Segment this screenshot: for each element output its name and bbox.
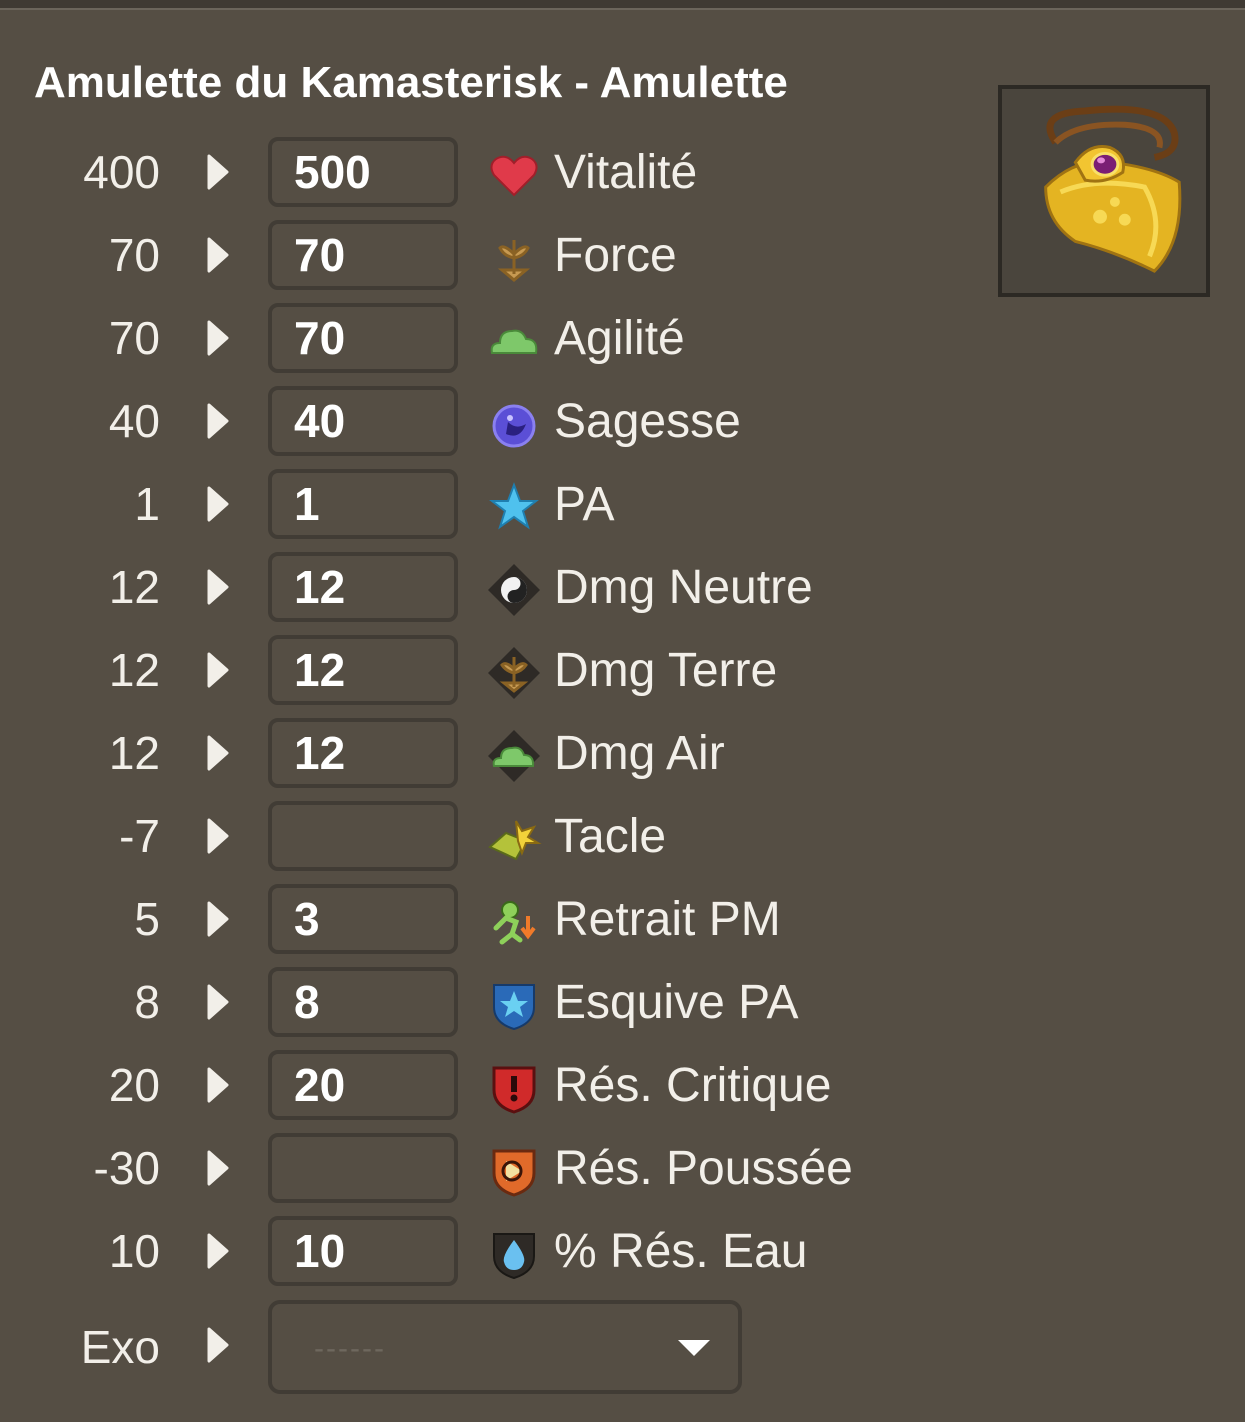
earth-damage-icon	[488, 647, 540, 699]
panel-top-border	[0, 0, 1245, 10]
stat-label: Vitalité	[554, 146, 698, 199]
copy-arrow-icon[interactable]	[206, 568, 230, 606]
air-damage-icon	[488, 730, 540, 782]
star-icon	[489, 482, 539, 530]
value-input[interactable]	[268, 967, 458, 1037]
base-value: 10	[108, 1225, 160, 1277]
value-input[interactable]	[268, 303, 458, 373]
moon-icon	[492, 404, 536, 448]
value-input[interactable]	[268, 1050, 458, 1120]
copy-arrow-icon[interactable]	[206, 1066, 230, 1104]
stat-label: Esquive PA	[554, 976, 799, 1029]
air-cloud-icon	[490, 329, 538, 354]
value-input[interactable]	[268, 1133, 458, 1203]
heart-icon	[490, 155, 538, 197]
value-input[interactable]	[268, 469, 458, 539]
stat-row-dmg-terre: 12 Dmg Terre	[0, 635, 1000, 709]
stat-row-res-eau: 10 % Rés. Eau	[0, 1216, 1000, 1290]
stat-label: Agilité	[554, 312, 685, 365]
base-value: 40	[108, 395, 160, 447]
stat-row-res-poussee: -30 Rés. Poussée	[0, 1133, 1000, 1207]
item-image	[998, 85, 1210, 297]
stat-row-pa: 1 PA	[0, 469, 1000, 543]
stat-row-res-critique: 20 Rés. Critique	[0, 1050, 1000, 1124]
tackle-icon	[488, 820, 542, 861]
stat-row-sagesse: 40 Sagesse	[0, 386, 1000, 460]
stat-label: Force	[554, 229, 677, 282]
stat-label: Retrait PM	[554, 893, 781, 946]
base-value: 12	[108, 727, 160, 779]
copy-arrow-icon[interactable]	[206, 900, 230, 938]
base-value: 70	[108, 312, 160, 364]
stat-row-tacle: -7 Tacle	[0, 801, 1000, 875]
stat-row-retrait-pm: 5 Retrait PM	[0, 884, 1000, 958]
item-title: Amulette du Kamasterisk - Amulette	[34, 58, 788, 107]
value-input[interactable]	[268, 1216, 458, 1286]
copy-arrow-icon[interactable]	[206, 236, 230, 274]
base-value: 70	[108, 229, 160, 281]
copy-arrow-icon[interactable]	[206, 485, 230, 523]
neutral-yinyang-icon	[488, 564, 540, 616]
value-input[interactable]	[268, 137, 458, 207]
pushback-resistance-icon	[492, 1149, 536, 1197]
stat-label: Rés. Critique	[554, 1059, 832, 1112]
earth-sprout-icon	[497, 240, 531, 282]
value-input[interactable]	[268, 552, 458, 622]
exo-selected-value: ------	[314, 1332, 386, 1365]
base-value: -7	[119, 810, 160, 862]
stat-label: % Rés. Eau	[554, 1225, 808, 1278]
stat-row-vitalite: 400 Vitalité	[0, 137, 1000, 211]
value-input[interactable]	[268, 718, 458, 788]
value-input[interactable]	[268, 386, 458, 456]
amulet-icon	[1044, 105, 1182, 273]
base-value: 5	[134, 893, 160, 945]
base-value: 12	[108, 644, 160, 696]
base-value: 20	[108, 1059, 160, 1111]
copy-arrow-icon[interactable]	[206, 1149, 230, 1187]
stat-row-agilite: 70 Agilité	[0, 303, 1000, 377]
stat-row-esquive-pa: 8 Esquive PA	[0, 967, 1000, 1041]
value-input[interactable]	[268, 220, 458, 290]
base-value: 12	[108, 561, 160, 613]
copy-arrow-icon[interactable]	[206, 1326, 230, 1364]
copy-arrow-icon[interactable]	[206, 1232, 230, 1270]
critical-resistance-icon	[492, 1066, 536, 1114]
stat-label: Dmg Terre	[554, 644, 778, 697]
stat-row-dmg-neutre: 12 Dmg Neutre	[0, 552, 1000, 626]
stat-label: Sagesse	[554, 395, 741, 448]
exo-select[interactable]: ------	[268, 1300, 742, 1394]
copy-arrow-icon[interactable]	[206, 402, 230, 440]
stat-row-dmg-air: 12 Dmg Air	[0, 718, 1000, 792]
exo-row: Exo ------	[0, 1300, 1000, 1394]
base-value: 8	[134, 976, 160, 1028]
base-value: 1	[134, 478, 160, 530]
copy-arrow-icon[interactable]	[206, 817, 230, 855]
ap-dodge-shield-icon	[493, 984, 535, 1031]
mp-reduction-icon	[493, 901, 536, 945]
stat-row-force: 70 Force	[0, 220, 1000, 294]
stat-label: Dmg Neutre	[554, 561, 813, 614]
base-value: 400	[83, 146, 160, 198]
value-input[interactable]	[268, 884, 458, 954]
value-input[interactable]	[268, 635, 458, 705]
stat-label: Rés. Poussée	[554, 1142, 853, 1195]
copy-arrow-icon[interactable]	[206, 734, 230, 772]
stat-label: Dmg Air	[554, 727, 725, 780]
stat-label: PA	[554, 478, 615, 531]
copy-arrow-icon[interactable]	[206, 319, 230, 357]
copy-arrow-icon[interactable]	[206, 983, 230, 1021]
chevron-down-icon	[678, 1340, 710, 1356]
stat-label: Tacle	[554, 810, 667, 863]
base-value: -30	[93, 1142, 160, 1194]
water-resistance-icon	[493, 1233, 535, 1280]
exo-label: Exo	[80, 1321, 160, 1373]
copy-arrow-icon[interactable]	[206, 153, 230, 191]
copy-arrow-icon[interactable]	[206, 651, 230, 689]
value-input[interactable]	[268, 801, 458, 871]
